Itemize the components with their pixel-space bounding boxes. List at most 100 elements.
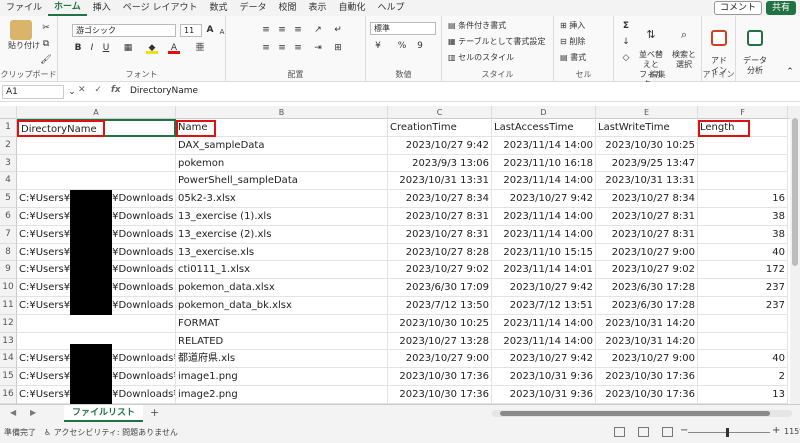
font-size-select[interactable]: 11 (180, 24, 202, 37)
cell-f11[interactable]: 237 (698, 297, 788, 315)
cell-e12[interactable]: 2023/10/31 14:20 (596, 314, 698, 333)
cell-d16[interactable]: 2023/10/31 9:36 (492, 386, 596, 404)
zoom-out-icon[interactable]: − (680, 425, 688, 436)
comment-button[interactable]: コメント (713, 1, 762, 15)
bold-button[interactable]: B (72, 42, 84, 54)
cell-styles-button[interactable]: ▥ セルのスタイル (448, 52, 514, 63)
menu-tab-7[interactable]: 表示 (303, 0, 333, 16)
cell-e15[interactable]: 2023/10/30 17:36 (596, 368, 698, 386)
align-middle-icon[interactable]: ≡ (276, 24, 288, 36)
cell-a12[interactable] (17, 314, 176, 333)
cell-e4[interactable]: 2023/10/31 13:31 (596, 172, 698, 191)
align-top-icon[interactable]: ≡ (260, 24, 272, 36)
column-header-b[interactable]: B (176, 106, 388, 119)
fill-color-icon[interactable]: ◆ (146, 42, 158, 54)
zoom-in-icon[interactable]: + (772, 425, 780, 436)
cell-c10[interactable]: 2023/6/30 17:09 (388, 279, 492, 297)
insert-button[interactable]: ⊞ 挿入 (560, 20, 585, 31)
cell-b6[interactable]: 13_exercise (1).xls (176, 208, 388, 226)
delete-button[interactable]: ⊟ 削除 (560, 36, 585, 47)
cell-e7[interactable]: 2023/10/27 8:31 (596, 225, 698, 244)
cell-c5[interactable]: 2023/10/27 8:34 (388, 190, 492, 208)
page-break-view-icon[interactable] (662, 427, 673, 437)
cell-f14[interactable]: 40 (698, 350, 788, 369)
cell-d12[interactable]: 2023/11/14 14:00 (492, 314, 596, 333)
cell-f7[interactable]: 38 (698, 225, 788, 244)
cell-e2[interactable]: 2023/10/30 10:25 (596, 136, 698, 155)
cell-d6[interactable]: 2023/11/14 14:00 (492, 208, 596, 226)
menu-tab-1[interactable]: ホーム (48, 0, 87, 16)
cell-b7[interactable]: 13_exercise (2).xls (176, 225, 388, 244)
row-header[interactable]: 16 (0, 386, 17, 404)
cell-f13[interactable] (698, 332, 788, 351)
column-header-e[interactable]: E (596, 106, 698, 119)
cell-d8[interactable]: 2023/11/10 15:15 (492, 243, 596, 262)
currency-icon[interactable]: ¥ (372, 40, 384, 52)
select-all-corner[interactable] (0, 106, 17, 119)
phonetic-icon[interactable]: 亜 (194, 42, 206, 54)
cell-c11[interactable]: 2023/7/12 13:50 (388, 297, 492, 315)
row-header[interactable]: 14 (0, 350, 17, 369)
row-header[interactable]: 12 (0, 314, 17, 333)
row-header[interactable]: 11 (0, 297, 17, 315)
comma-icon[interactable]: 9 (414, 40, 426, 52)
data-analysis-button[interactable]: データ 分析 (740, 20, 770, 76)
cell-c2[interactable]: 2023/10/27 9:42 (388, 136, 492, 155)
sum-icon[interactable]: Σ (620, 20, 632, 32)
fill-icon[interactable]: ↓ (620, 36, 632, 48)
accessibility-status[interactable]: ♿ アクセシビリティ: 問題ありません (44, 427, 178, 438)
fx-icon[interactable]: ✕ ✓ fx (78, 85, 121, 95)
cell-f6[interactable]: 38 (698, 208, 788, 226)
row-header[interactable]: 2 (0, 136, 17, 155)
cell-e11[interactable]: 2023/6/30 17:28 (596, 297, 698, 315)
cell-c13[interactable]: 2023/10/27 13:28 (388, 332, 492, 351)
format-as-table-button[interactable]: ▦ テーブルとして書式設定 (448, 36, 545, 47)
row-header[interactable]: 5 (0, 190, 17, 208)
align-center-icon[interactable]: ≡ (276, 42, 288, 54)
menu-tab-4[interactable]: 数式 (203, 0, 233, 16)
menu-tab-8[interactable]: 自動化 (333, 0, 372, 16)
menu-tab-5[interactable]: データ (233, 0, 272, 16)
sheet-next-icon[interactable]: ▶ (30, 408, 36, 417)
grow-font-icon[interactable]: A (204, 24, 216, 36)
menu-tab-3[interactable]: ページ レイアウト (117, 0, 204, 16)
cell-d10[interactable]: 2023/10/27 9:42 (492, 279, 596, 297)
cell-d9[interactable]: 2023/11/14 14:01 (492, 261, 596, 280)
row-header[interactable]: 3 (0, 154, 17, 173)
format-button[interactable]: ▤ 書式 (560, 52, 586, 63)
cell-e14[interactable]: 2023/10/27 9:00 (596, 350, 698, 369)
cell-e5[interactable]: 2023/10/27 8:34 (596, 190, 698, 208)
merge-icon[interactable]: ⊞ (332, 42, 344, 54)
cell-b14[interactable]: 都道府県.xls (176, 350, 388, 369)
horizontal-scrollbar[interactable] (492, 410, 792, 417)
cell-e10[interactable]: 2023/6/30 17:28 (596, 279, 698, 297)
vertical-scrollbar[interactable] (790, 106, 800, 404)
cell-b11[interactable]: pokemon_data_bk.xlsx (176, 297, 388, 315)
name-box[interactable]: A1 (2, 85, 64, 99)
column-header-c[interactable]: C (388, 106, 492, 119)
font-color-icon[interactable]: A (168, 42, 180, 54)
cell-c1[interactable]: CreationTime (388, 119, 492, 137)
sheet-tab[interactable]: ファイルリスト (64, 405, 144, 422)
cell-b10[interactable]: pokemon_data.xlsx (176, 279, 388, 297)
border-icon[interactable]: ▦ (122, 42, 134, 54)
add-sheet-button[interactable]: + (150, 406, 159, 419)
cell-a3[interactable] (17, 154, 176, 173)
row-header[interactable]: 10 (0, 279, 17, 297)
orientation-icon[interactable]: ↗ (312, 24, 324, 36)
cell-c12[interactable]: 2023/10/30 10:25 (388, 314, 492, 333)
cell-e13[interactable]: 2023/10/31 14:20 (596, 332, 698, 351)
cell-f9[interactable]: 172 (698, 261, 788, 280)
column-header-d[interactable]: D (492, 106, 596, 119)
cell-e6[interactable]: 2023/10/27 8:31 (596, 208, 698, 226)
formula-input[interactable]: DirectoryName (130, 85, 198, 98)
column-header-a[interactable]: A (17, 106, 176, 119)
cell-d11[interactable]: 2023/7/12 13:51 (492, 297, 596, 315)
cell-f12[interactable] (698, 314, 788, 333)
cell-c3[interactable]: 2023/9/3 13:06 (388, 154, 492, 173)
cell-e16[interactable]: 2023/10/30 17:36 (596, 386, 698, 404)
cell-f8[interactable]: 40 (698, 243, 788, 262)
row-header[interactable]: 4 (0, 172, 17, 191)
cancel-icon[interactable]: ✕ (78, 85, 86, 95)
cell-c16[interactable]: 2023/10/30 17:36 (388, 386, 492, 404)
